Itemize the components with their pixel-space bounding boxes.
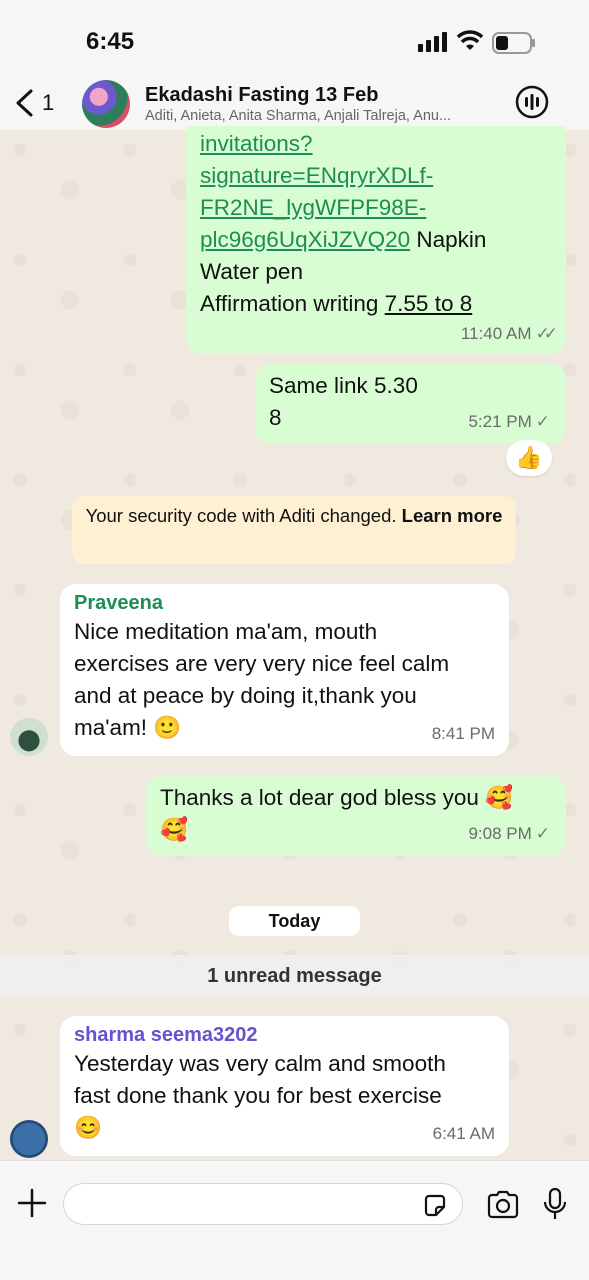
unread-banner: 1 unread message — [0, 955, 589, 997]
back-chevron-icon — [16, 89, 33, 117]
group-avatar[interactable] — [82, 80, 130, 128]
message-link[interactable]: FR2NE_lygWFPF98E- — [200, 195, 426, 220]
group-call-icon[interactable] — [514, 84, 550, 120]
message-outgoing[interactable]: invitations? signature=ENqryrXDLf- FR2NE… — [186, 126, 566, 354]
message-text: Affirmation writing — [200, 291, 385, 316]
back-button[interactable]: 1 — [14, 86, 64, 120]
message-text: and at peace by doing it,thank you — [74, 683, 417, 708]
sender-avatar[interactable] — [10, 718, 48, 756]
wifi-icon — [456, 30, 484, 50]
mic-icon[interactable] — [543, 1187, 567, 1221]
security-code-notice[interactable]: Your security code with Aditi changed. L… — [72, 496, 516, 564]
message-text: Nice meditation ma'am, mouth — [74, 619, 378, 644]
notice-text: Your security code with Aditi changed. — [85, 505, 402, 526]
sticker-icon[interactable] — [422, 1193, 448, 1219]
message-composer — [0, 1160, 589, 1280]
check-icon: ✓ — [535, 824, 550, 843]
message-text: Napkin — [410, 227, 487, 252]
message-link[interactable]: plc96g6UqXiJZVQ20 — [200, 227, 410, 252]
double-check-icon: ✓✓ — [535, 324, 558, 343]
message-text: Water pen — [200, 259, 303, 284]
group-members[interactable]: Aditi, Anieta, Anita Sharma, Anjali Talr… — [145, 108, 505, 124]
unread-chats-count: 1 — [42, 90, 55, 115]
message-text: Yesterday was very calm and smooth — [74, 1051, 446, 1076]
message-time: 8:41 PM — [431, 724, 495, 743]
message-link[interactable]: invitations? — [200, 131, 313, 156]
message-incoming[interactable]: sharma seema3202 Yesterday was very calm… — [60, 1016, 509, 1156]
message-incoming[interactable]: Praveena Nice meditation ma'am, mouth ex… — [60, 584, 509, 756]
learn-more-link[interactable]: Learn more — [402, 505, 503, 526]
sender-avatar[interactable] — [10, 1120, 48, 1158]
message-time: 11:40 AM — [460, 324, 532, 343]
camera-icon[interactable] — [486, 1189, 520, 1219]
message-text: fast done thank you for best exercise — [74, 1083, 442, 1108]
check-icon: ✓ — [535, 412, 550, 431]
message-text: Same link 5.30 — [269, 373, 418, 398]
chat-header: 1 Ekadashi Fasting 13 Feb Aditi, Anieta,… — [0, 70, 589, 132]
message-link[interactable]: signature=ENqryrXDLf- — [200, 163, 433, 188]
time-detected-link[interactable]: 7.55 to 8 — [385, 291, 473, 316]
date-divider: Today — [229, 906, 360, 936]
message-time: 6:41 AM — [432, 1124, 495, 1143]
message-outgoing[interactable]: Thanks a lot dear god bless you 🥰 🥰 9:08… — [146, 776, 566, 856]
status-time: 6:45 — [86, 28, 135, 55]
message-time: 5:21 PM — [468, 412, 532, 431]
group-title[interactable]: Ekadashi Fasting 13 Feb — [145, 84, 378, 107]
sender-name[interactable]: Praveena — [74, 590, 495, 616]
message-time: 9:08 PM — [468, 824, 532, 843]
plus-icon[interactable] — [16, 1187, 48, 1219]
battery-icon — [492, 32, 535, 54]
status-bar: 6:45 — [0, 0, 589, 70]
message-outgoing[interactable]: Same link 5.30 8 5:21 PM ✓ — [255, 364, 566, 444]
message-text: exercises are very very nice feel calm — [74, 651, 450, 676]
message-text: Thanks a lot dear god bless you 🥰 — [160, 785, 514, 810]
reaction-badge[interactable]: 👍 — [506, 440, 552, 476]
signal-icon — [418, 32, 447, 52]
sender-name[interactable]: sharma seema3202 — [74, 1022, 495, 1048]
message-input[interactable] — [63, 1183, 463, 1225]
